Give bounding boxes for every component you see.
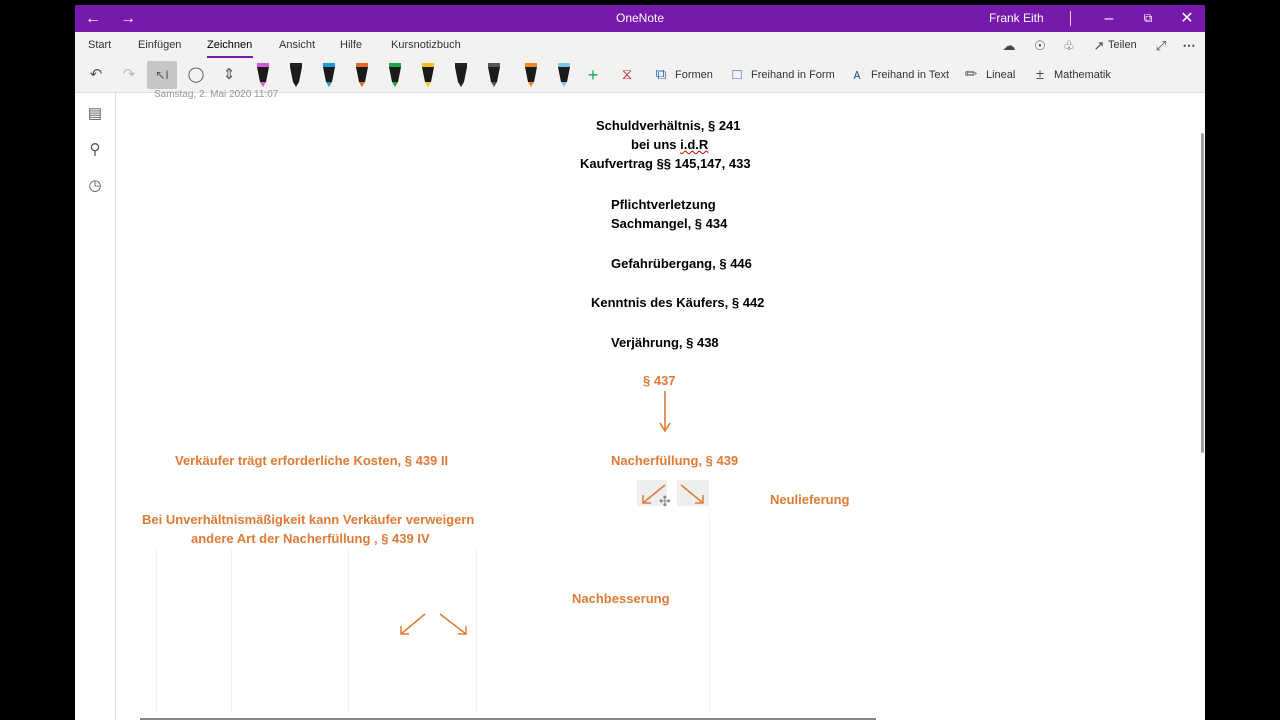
text-schuldverhaeltnis[interactable]: Schuldverhältnis, § 241	[596, 118, 741, 133]
close-icon[interactable]: ✕	[1172, 5, 1202, 32]
redo-icon[interactable]: ↷	[119, 65, 139, 85]
lineal-button[interactable]: Lineal	[986, 69, 1015, 81]
tab-einfuegen[interactable]: Einfügen	[138, 39, 181, 51]
shapes-icon[interactable]: ⧉	[651, 65, 671, 85]
vertical-scrollbar[interactable]	[1201, 133, 1204, 453]
active-tab-indicator	[207, 56, 253, 58]
draw-ribbon: ↶ ↷ ↖I ◯ ⇕ + ⧖ ⧉ Formen □ Freihand in Fo…	[75, 59, 1205, 93]
freihand-in-text-button[interactable]: Freihand in Text	[871, 69, 949, 81]
text-bei-uns[interactable]: bei uns i.d.R	[631, 137, 708, 152]
text-nacherfuellung[interactable]: Nacherfüllung, § 439	[611, 453, 738, 468]
text-gefahruebergang[interactable]: Gefahrübergang, § 446	[611, 256, 752, 271]
text-paragraph-437[interactable]: § 437	[643, 373, 676, 388]
tab-zeichnen[interactable]: Zeichnen	[207, 39, 252, 51]
ink-to-text-icon[interactable]: ᴀ	[847, 65, 867, 85]
pen-tool-icon[interactable]	[322, 62, 336, 88]
lower-branch-arrows-icon	[400, 613, 467, 635]
ink-replay-icon[interactable]: ⧖	[617, 65, 637, 85]
branch-arrows-icon	[642, 484, 704, 504]
fullscreen-icon[interactable]: ⤢	[1152, 37, 1170, 55]
user-name[interactable]: Frank Eith	[989, 5, 1044, 32]
pen-tool-icon[interactable]	[355, 62, 369, 88]
text-bei-uns-prefix: bei uns	[631, 137, 681, 152]
tab-ansicht[interactable]: Ansicht	[279, 39, 315, 51]
ruler-icon[interactable]: ✏	[961, 65, 981, 85]
move-cursor-icon: ✣	[659, 493, 671, 509]
page-canvas[interactable]: Samstag, 2. Mai 2020 11:07 Schuldverhält…	[116, 89, 1205, 720]
notebooks-icon[interactable]: ▤	[85, 104, 105, 124]
faint-ink-stroke	[709, 513, 710, 713]
share-icon[interactable]: ↗	[1090, 37, 1108, 55]
more-options-icon[interactable]: ⋯	[1180, 37, 1198, 55]
freihand-in-form-button[interactable]: Freihand in Form	[751, 69, 835, 81]
text-pflichtverletzung[interactable]: Pflichtverletzung	[611, 197, 716, 212]
faint-ink-stroke	[156, 548, 157, 713]
pen-tool-icon[interactable]	[487, 62, 501, 88]
undo-icon[interactable]: ↶	[86, 65, 106, 85]
text-kenntnis[interactable]: Kenntnis des Käufers, § 442	[591, 295, 764, 310]
formen-button[interactable]: Formen	[675, 69, 713, 81]
restore-icon[interactable]: ⧉	[1133, 5, 1163, 32]
type-select-tool-icon[interactable]: ↖I	[147, 61, 177, 89]
text-kaufvertrag[interactable]: Kaufvertrag §§ 145,147, 433	[580, 156, 751, 171]
pen-tool-icon[interactable]	[553, 62, 575, 88]
pen-tool-icon[interactable]	[520, 62, 542, 88]
text-sachmangel[interactable]: Sachmangel, § 434	[611, 216, 727, 231]
search-icon[interactable]: ⚲	[85, 140, 105, 160]
menu-bar: Start Einfügen Zeichnen Ansicht Hilfe Ku…	[75, 32, 1205, 59]
faint-ink-stroke	[348, 548, 349, 713]
tab-start[interactable]: Start	[88, 39, 111, 51]
text-kosten[interactable]: Verkäufer trägt erforderliche Kosten, § …	[175, 453, 448, 468]
pen-tool-icon[interactable]	[289, 62, 303, 88]
onenote-window: ← → OneNote Frank Eith – ⧉ ✕ Start Einfü…	[75, 5, 1205, 720]
text-nachbesserung[interactable]: Nachbesserung	[572, 591, 670, 606]
pen-tool-icon[interactable]	[256, 62, 270, 88]
arrow-down-icon	[659, 391, 671, 433]
recent-clock-icon[interactable]: ◷	[85, 176, 105, 196]
lasso-select-icon[interactable]: ◯	[186, 65, 206, 85]
tab-hilfe[interactable]: Hilfe	[340, 39, 362, 51]
lightbulb-icon[interactable]: ☉	[1031, 37, 1049, 55]
sync-status-icon[interactable]: ☁	[1000, 37, 1018, 55]
minimize-icon[interactable]: –	[1094, 5, 1124, 32]
ink-to-shape-icon[interactable]: □	[727, 65, 747, 85]
pen-tool-icon[interactable]	[388, 62, 402, 88]
page-date: Samstag, 2. Mai 2020 11:07	[154, 89, 279, 100]
pen-tool-icon[interactable]	[454, 62, 468, 88]
text-andere-art[interactable]: andere Art der Nacherfüllung , § 439 IV	[191, 531, 430, 546]
math-icon[interactable]: ±	[1030, 65, 1050, 85]
bell-icon[interactable]: ♧	[1060, 37, 1078, 55]
tab-kursnotizbuch[interactable]: Kursnotizbuch	[391, 39, 461, 51]
navigation-sidebar: ▤ ⚲ ◷	[75, 93, 116, 720]
text-unverhaeltnismaessigkeit[interactable]: Bei Unverhältnismäßigkeit kann Verkäufer…	[142, 512, 474, 527]
mathematik-button[interactable]: Mathematik	[1054, 69, 1111, 81]
share-button[interactable]: Teilen	[1108, 39, 1137, 51]
text-neulieferung[interactable]: Neulieferung	[770, 492, 849, 507]
faint-ink-stroke	[476, 548, 477, 713]
title-separator	[1070, 11, 1071, 26]
title-bar: ← → OneNote Frank Eith – ⧉ ✕	[75, 5, 1205, 32]
faint-ink-stroke	[231, 548, 232, 713]
text-verjaehrung[interactable]: Verjährung, § 438	[611, 335, 719, 350]
text-idr-abbreviation: i.d.R	[680, 137, 709, 152]
pen-tool-icon[interactable]	[421, 62, 435, 88]
add-space-icon[interactable]: ⇕	[219, 65, 239, 85]
add-pen-icon[interactable]: +	[583, 65, 603, 85]
